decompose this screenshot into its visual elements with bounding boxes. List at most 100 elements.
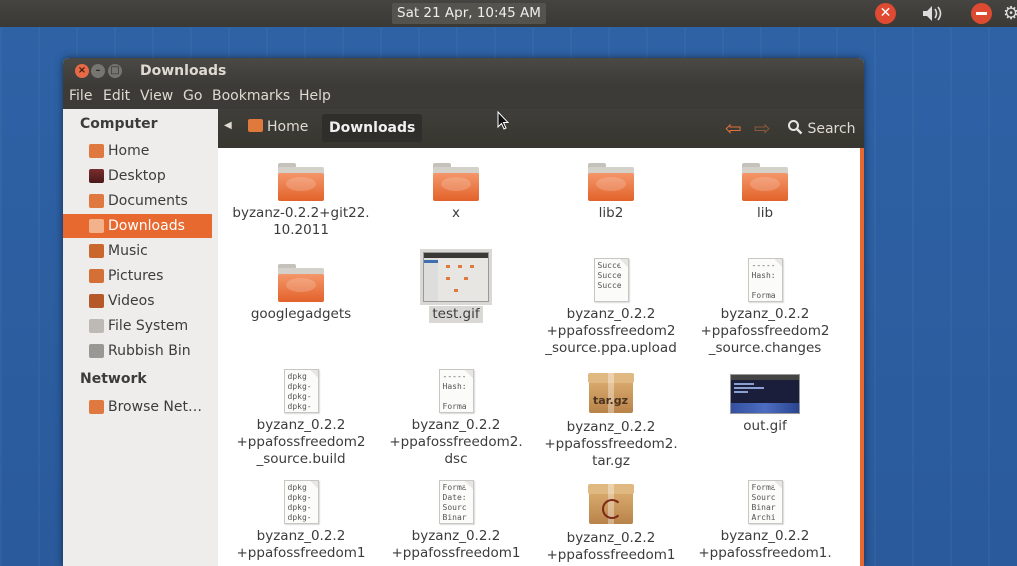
top-panel: Sat 21 Apr, 10:45 AM ✕ ⚙ xyxy=(0,0,1017,27)
sidebar-item-file-system[interactable]: File System xyxy=(63,314,212,338)
menu-view[interactable]: View xyxy=(140,88,173,104)
sidebar-item-label: Videos xyxy=(108,293,155,309)
sidebar-item-label: Documents xyxy=(108,193,188,209)
sidebar-heading-network: Network xyxy=(80,371,147,387)
desktop-icon xyxy=(89,169,104,183)
menu-help[interactable]: Help xyxy=(299,88,331,104)
sidebar-item-label: Music xyxy=(108,243,148,259)
search-icon xyxy=(788,120,803,135)
file-item[interactable]: Succe Succe Succe byzanz_0.2.2 +ppafossf… xyxy=(536,258,686,357)
file-name: lib2 xyxy=(598,205,624,221)
sidebar-item-label: Rubbish Bin xyxy=(108,343,191,359)
breadcrumb-downloads[interactable]: Downloads xyxy=(322,114,423,142)
sidebar-item-pictures[interactable]: Pictures xyxy=(63,264,212,288)
file-name: byzanz_0.2.2 +ppafossfreedom1 xyxy=(236,528,366,561)
file-item[interactable]: byzanz-0.2.2+git22. 10.2011 xyxy=(226,163,376,239)
file-name: lib xyxy=(756,205,774,221)
text-file-icon: Forma Date: Sourc Binar xyxy=(438,480,474,524)
text-file-icon: dpkg dpkg- dpkg- dpkg- xyxy=(283,480,319,524)
folder-icon xyxy=(278,163,324,201)
window-maximize-button[interactable]: □ xyxy=(108,64,122,78)
file-item[interactable]: googlegadgets xyxy=(226,264,376,323)
image-thumbnail xyxy=(420,249,492,305)
volume-icon[interactable] xyxy=(920,3,946,24)
breadcrumb-home[interactable]: Home xyxy=(248,119,308,135)
gear-icon[interactable]: ⚙ xyxy=(1003,3,1017,24)
window-minimize-button[interactable]: – xyxy=(91,64,105,78)
sidebar-item-label: Pictures xyxy=(108,268,164,284)
file-item[interactable]: ----- Hash: Forma byzanz_0.2.2 +ppafossf… xyxy=(690,258,840,357)
search-label: Search xyxy=(807,121,856,137)
sidebar-item-browse-network[interactable]: Browse Net… xyxy=(63,395,212,419)
text-file-icon: ----- Hash: Forma xyxy=(438,369,474,413)
sidebar-item-desktop[interactable]: Desktop xyxy=(63,164,212,188)
sidebar-item-label: Desktop xyxy=(108,168,166,184)
sidebar-item-videos[interactable]: Videos xyxy=(63,289,212,313)
text-file-icon: ----- Hash: Forma xyxy=(747,258,783,302)
scroll-indicator[interactable] xyxy=(860,148,864,566)
menu-go[interactable]: Go xyxy=(183,88,202,104)
folder-icon xyxy=(278,264,324,302)
sidebar-item-label: Downloads xyxy=(108,218,185,234)
window-close-button[interactable]: × xyxy=(75,64,89,78)
file-name: byzanz_0.2.2 +ppafossfreedom2. tar.gz xyxy=(544,419,678,469)
sidebar-item-home[interactable]: Home xyxy=(63,139,212,163)
file-name: byzanz_0.2.2 +ppafossfreedom1. xyxy=(698,528,832,561)
file-item[interactable]: out.gif xyxy=(690,374,840,435)
file-item-selected[interactable]: test.gif xyxy=(381,249,531,323)
archive-badge: tar.gz xyxy=(593,394,628,407)
mouse-cursor-icon xyxy=(497,111,509,130)
downloads-folder-icon xyxy=(89,219,104,233)
back-arrow-icon[interactable]: ⇦ xyxy=(725,116,742,140)
file-item[interactable]: x xyxy=(381,163,531,222)
pictures-folder-icon xyxy=(89,269,104,283)
file-item[interactable]: Forma Date: Sourc Binar byzanz_0.2.2 +pp… xyxy=(381,480,531,562)
menu-bookmarks[interactable]: Bookmarks xyxy=(212,88,290,104)
file-item[interactable]: Forma Sourc Binar Archi byzanz_0.2.2 +pp… xyxy=(690,480,840,562)
menu-edit[interactable]: Edit xyxy=(103,88,130,104)
image-thumbnail xyxy=(730,374,800,414)
menu-file[interactable]: File xyxy=(69,88,92,104)
file-name: x xyxy=(452,205,460,221)
breadcrumb-scroll-left-icon[interactable]: ◀ xyxy=(224,120,232,131)
sidebar-item-label: Browse Net… xyxy=(108,399,203,415)
debian-package-icon xyxy=(588,484,634,524)
file-item[interactable]: lib xyxy=(690,163,840,222)
folder-icon xyxy=(588,163,634,201)
trash-icon xyxy=(89,344,104,358)
file-view: byzanz-0.2.2+git22. 10.2011 x lib2 lib g… xyxy=(218,148,860,566)
close-tray-icon[interactable]: ✕ xyxy=(875,3,896,24)
file-name: byzanz_0.2.2 +ppafossfreedom2. dsc xyxy=(389,417,523,467)
forward-arrow-icon[interactable]: ⇨ xyxy=(754,116,771,140)
file-item[interactable]: dpkg dpkg- dpkg- dpkg- byzanz_0.2.2 +ppa… xyxy=(226,480,376,562)
file-name: byzanz_0.2.2 +ppafossfreedom2 _source.bu… xyxy=(236,417,366,467)
file-name: test.gif xyxy=(429,306,483,323)
sidebar-item-label: Home xyxy=(108,143,150,159)
search-button[interactable]: Search xyxy=(787,119,856,137)
file-item[interactable]: byzanz_0.2.2 +ppafossfreedom1 xyxy=(536,482,686,564)
harddisk-icon xyxy=(89,319,104,333)
sidebar-item-rubbish-bin[interactable]: Rubbish Bin xyxy=(63,339,212,363)
clock[interactable]: Sat 21 Apr, 10:45 AM xyxy=(392,3,546,24)
file-name: googlegadgets xyxy=(250,306,352,322)
window-title: Downloads xyxy=(140,63,227,79)
text-file-icon: dpkg dpkg- dpkg- dpkg- xyxy=(283,369,319,413)
file-name: byzanz-0.2.2+git22. 10.2011 xyxy=(232,205,370,238)
home-folder-icon xyxy=(248,119,263,132)
file-item[interactable]: dpkg dpkg- dpkg- dpkg- byzanz_0.2.2 +ppa… xyxy=(226,369,376,468)
sidebar-item-documents[interactable]: Documents xyxy=(63,189,212,213)
videos-folder-icon xyxy=(89,294,104,308)
power-icon[interactable] xyxy=(971,3,992,24)
sidebar-heading-computer: Computer xyxy=(80,116,158,132)
home-folder-icon xyxy=(89,144,104,158)
file-item[interactable]: lib2 xyxy=(536,163,686,222)
sidebar-item-downloads[interactable]: Downloads xyxy=(63,214,212,238)
file-manager-window: × – □ Downloads File Edit View Go Bookma… xyxy=(63,58,864,566)
file-item[interactable]: ----- Hash: Forma byzanz_0.2.2 +ppafossf… xyxy=(381,369,531,468)
folder-icon xyxy=(742,163,788,201)
file-name: byzanz_0.2.2 +ppafossfreedom2 _source.pp… xyxy=(545,306,677,356)
sidebar-item-music[interactable]: Music xyxy=(63,239,212,263)
file-name: byzanz_0.2.2 +ppafossfreedom2 _source.ch… xyxy=(700,306,830,356)
file-item[interactable]: tar.gz byzanz_0.2.2 +ppafossfreedom2. ta… xyxy=(536,371,686,470)
network-icon xyxy=(89,400,104,414)
